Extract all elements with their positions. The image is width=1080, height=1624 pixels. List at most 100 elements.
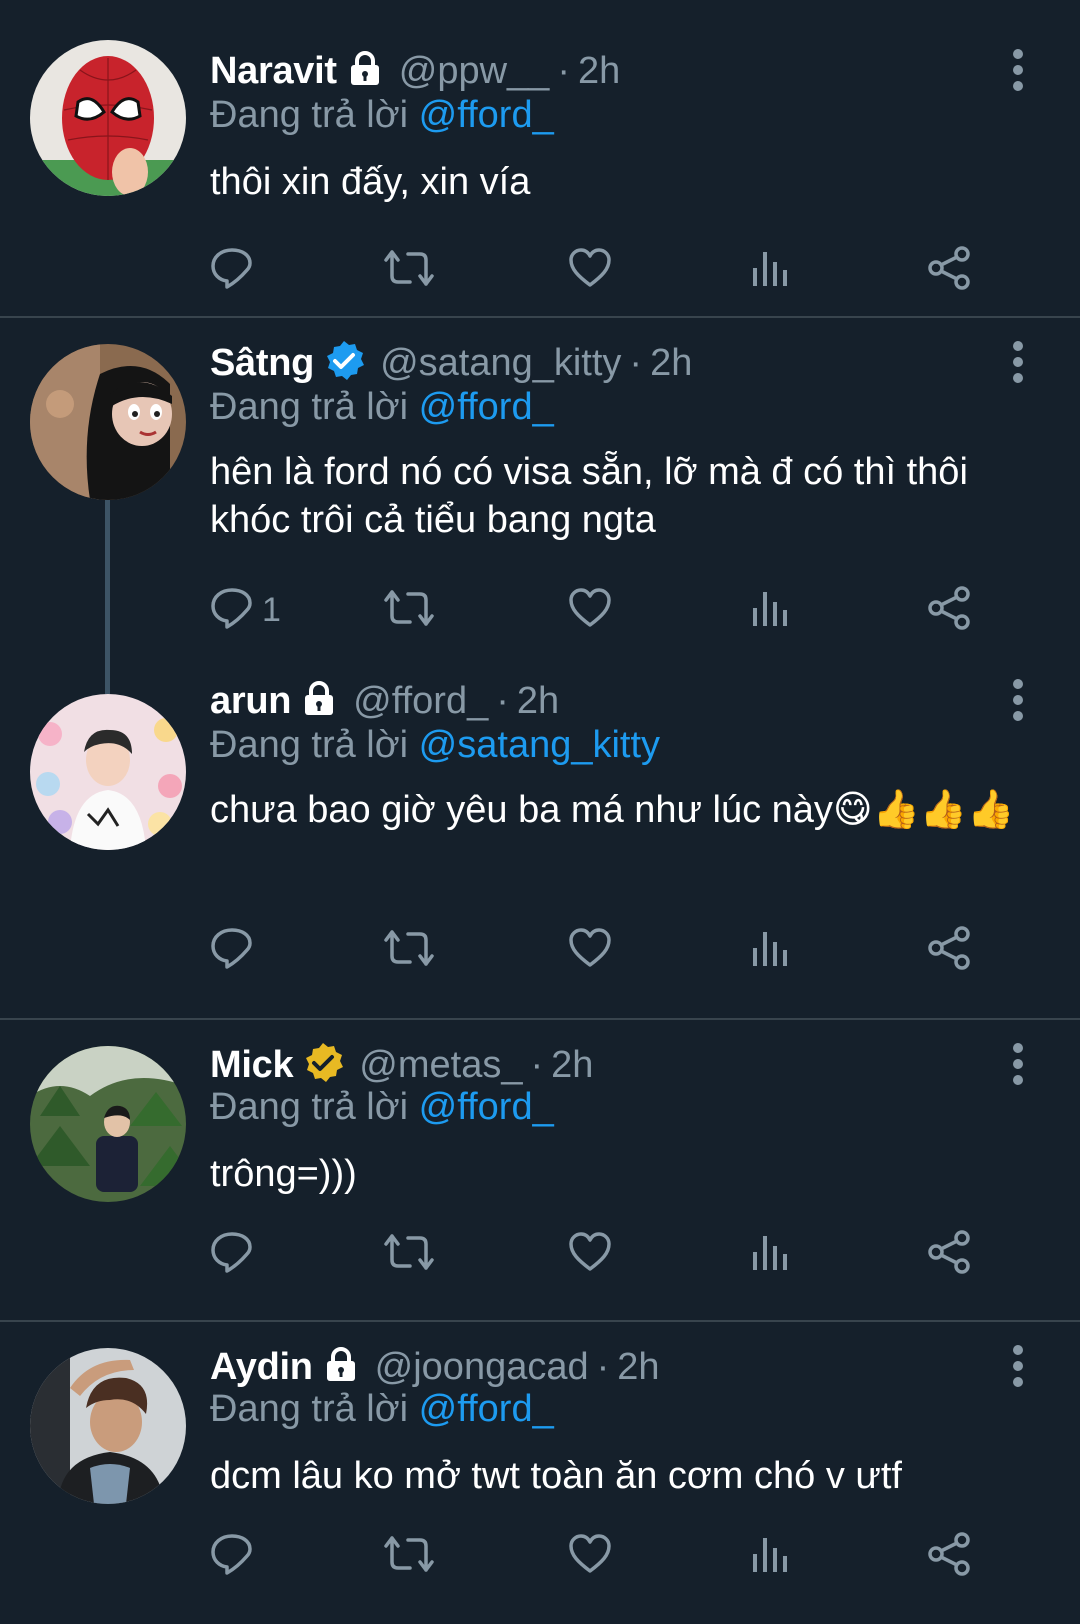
avatar[interactable] bbox=[30, 694, 186, 850]
retweet-icon bbox=[384, 246, 434, 295]
views-icon bbox=[748, 1532, 792, 1581]
separator-dot: · bbox=[557, 49, 570, 92]
more-options-icon[interactable] bbox=[1004, 676, 1032, 724]
like-icon bbox=[568, 926, 612, 975]
timestamp[interactable]: 2h bbox=[578, 50, 620, 93]
tweet-text: hên là ford nó có visa sẵn, lỡ mà đ có t… bbox=[210, 451, 968, 541]
views-icon bbox=[748, 586, 792, 635]
reply-icon bbox=[210, 926, 254, 975]
replying-to: Đang trả lời @fford_ bbox=[210, 386, 554, 429]
emoji-sequence: 😋👍👍👍 bbox=[832, 789, 1015, 831]
share-button[interactable] bbox=[926, 240, 972, 300]
verified-blue-icon bbox=[322, 339, 366, 388]
separator-dot: · bbox=[629, 341, 643, 384]
tweet[interactable]: Aydin @joongacad · 2h Đang trả lời @ffor… bbox=[0, 1322, 1080, 1624]
retweet-button[interactable] bbox=[384, 920, 434, 980]
timestamp[interactable]: 2h bbox=[551, 1044, 593, 1087]
thread-line bbox=[105, 500, 110, 658]
reply-button[interactable] bbox=[210, 240, 262, 300]
handle[interactable]: @fford_ bbox=[353, 680, 488, 723]
replying-label: Đang trả lời bbox=[210, 1388, 409, 1430]
views-button[interactable] bbox=[748, 580, 792, 640]
reply-button[interactable]: 1 bbox=[210, 580, 281, 640]
display-name[interactable]: Sâtng bbox=[210, 342, 314, 385]
replying-to: Đang trả lời @fford_ bbox=[210, 94, 554, 137]
reply-icon bbox=[210, 246, 254, 295]
replying-label: Đang trả lời bbox=[210, 94, 409, 136]
handle[interactable]: @metas_ bbox=[359, 1044, 522, 1087]
mention-link[interactable]: @fford_ bbox=[419, 1388, 554, 1430]
share-icon bbox=[926, 1229, 972, 1279]
reply-icon bbox=[210, 1532, 254, 1581]
reply-button[interactable] bbox=[210, 1224, 262, 1284]
like-button[interactable] bbox=[568, 580, 612, 640]
reply-icon bbox=[210, 586, 254, 635]
tweet-text: trông=))) bbox=[210, 1153, 357, 1195]
more-options-icon[interactable] bbox=[1004, 46, 1032, 94]
handle[interactable]: @satang_kitty bbox=[380, 342, 621, 385]
more-options-icon[interactable] bbox=[1004, 1342, 1032, 1390]
views-icon bbox=[748, 246, 792, 295]
like-button[interactable] bbox=[568, 1526, 612, 1586]
views-button[interactable] bbox=[748, 1526, 792, 1586]
tweet-text: thôi xin đấy, xin vía bbox=[210, 161, 531, 203]
avatar[interactable] bbox=[30, 1348, 186, 1504]
tweet-text: dcm lâu ko mở twt toàn ăn cơm chó v ưtf bbox=[210, 1455, 902, 1497]
display-name[interactable]: Mick bbox=[210, 1044, 294, 1087]
share-button[interactable] bbox=[926, 1224, 972, 1284]
like-button[interactable] bbox=[568, 1224, 612, 1284]
tweet[interactable]: Naravit @ppw__ · 2h Đang trả lời @fford_… bbox=[0, 0, 1080, 318]
like-button[interactable] bbox=[568, 240, 612, 300]
separator-dot: · bbox=[596, 1345, 610, 1388]
verified-gold-icon bbox=[301, 1041, 345, 1090]
like-icon bbox=[568, 246, 612, 295]
retweet-button[interactable] bbox=[384, 240, 434, 300]
action-bar bbox=[200, 240, 1040, 300]
lock-icon bbox=[299, 679, 339, 724]
share-button[interactable] bbox=[926, 1526, 972, 1586]
reply-icon bbox=[210, 1230, 254, 1279]
retweet-button[interactable] bbox=[384, 1224, 434, 1284]
avatar[interactable] bbox=[30, 344, 186, 500]
more-options-icon[interactable] bbox=[1004, 338, 1032, 386]
timestamp[interactable]: 2h bbox=[617, 1346, 659, 1389]
mention-link[interactable]: @satang_kitty bbox=[419, 724, 660, 766]
tweet[interactable]: Mick @metas_ · 2h Đang trả lời @fford_ t… bbox=[0, 1020, 1080, 1322]
views-button[interactable] bbox=[748, 1224, 792, 1284]
replying-label: Đang trả lời bbox=[210, 386, 409, 428]
action-bar: 1 bbox=[200, 580, 1040, 640]
views-button[interactable] bbox=[748, 920, 792, 980]
share-icon bbox=[926, 585, 972, 635]
avatar[interactable] bbox=[30, 40, 186, 196]
retweet-button[interactable] bbox=[384, 1526, 434, 1586]
tweet[interactable]: arun @fford_ · 2h Đang trả lời @satang_k… bbox=[0, 658, 1080, 1020]
display-name[interactable]: Aydin bbox=[210, 1346, 313, 1389]
lock-icon bbox=[321, 1345, 361, 1390]
replies-feed: Naravit @ppw__ · 2h Đang trả lời @fford_… bbox=[0, 0, 1080, 1624]
handle[interactable]: @joongacad bbox=[375, 1346, 589, 1389]
views-button[interactable] bbox=[748, 240, 792, 300]
display-name[interactable]: arun bbox=[210, 680, 291, 723]
like-button[interactable] bbox=[568, 920, 612, 980]
reply-button[interactable] bbox=[210, 1526, 262, 1586]
more-options-icon[interactable] bbox=[1004, 1040, 1032, 1088]
like-icon bbox=[568, 1532, 612, 1581]
tweet-text-container: chưa bao giờ yêu ba má như lúc này😋👍👍👍 bbox=[210, 786, 1030, 834]
avatar[interactable] bbox=[30, 1046, 186, 1202]
mention-link[interactable]: @fford_ bbox=[419, 94, 554, 136]
timestamp[interactable]: 2h bbox=[650, 342, 692, 385]
handle[interactable]: @ppw__ bbox=[399, 50, 550, 93]
retweet-button[interactable] bbox=[384, 580, 434, 640]
reply-button[interactable] bbox=[210, 920, 262, 980]
tweet[interactable]: Sâtng @satang_kitty · 2h Đang trả lời @f… bbox=[0, 318, 1080, 658]
mention-link[interactable]: @fford_ bbox=[419, 1086, 554, 1128]
share-button[interactable] bbox=[926, 920, 972, 980]
views-icon bbox=[748, 926, 792, 975]
timestamp[interactable]: 2h bbox=[517, 680, 559, 723]
share-button[interactable] bbox=[926, 580, 972, 640]
replying-to: Đang trả lời @fford_ bbox=[210, 1388, 554, 1431]
mention-link[interactable]: @fford_ bbox=[419, 386, 554, 428]
display-name[interactable]: Naravit bbox=[210, 50, 337, 93]
action-bar bbox=[200, 1526, 1040, 1586]
separator-dot: · bbox=[496, 679, 509, 722]
